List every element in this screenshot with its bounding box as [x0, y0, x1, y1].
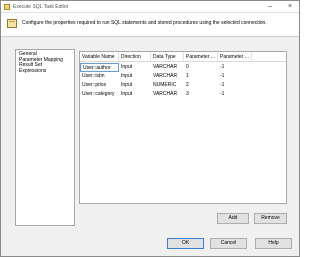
add-button[interactable]: Add — [217, 213, 249, 224]
header-banner: Configure the properties required to run… — [1, 13, 299, 37]
cell-direction[interactable]: Input — [119, 63, 151, 72]
page-navigation-list: General Parameter Mapping Result Set Exp… — [15, 49, 75, 226]
ok-button[interactable]: OK — [167, 238, 204, 249]
nav-item-expressions[interactable]: Expressions — [19, 68, 71, 75]
window-title: Execute SQL Task Editor — [13, 4, 69, 10]
cancel-button[interactable]: Cancel — [210, 238, 247, 249]
cell-parameter-size[interactable]: -1 — [218, 63, 252, 72]
cell-data-type[interactable]: NUMERIC — [151, 81, 184, 90]
cell-parameter-size[interactable]: -1 — [218, 90, 252, 99]
grid-header-row: Variable Name Direction Data Type Parame… — [80, 52, 286, 62]
column-header-data-type[interactable]: Data Type — [151, 52, 184, 62]
cell-variable-name[interactable]: User::price — [80, 81, 119, 90]
cell-variable-name[interactable]: User::author — [80, 63, 119, 72]
app-icon — [4, 4, 10, 10]
header-description: Configure the properties required to run… — [22, 20, 267, 26]
cell-parameter-size[interactable]: -1 — [218, 81, 252, 90]
cell-data-type[interactable]: VARCHAR — [151, 72, 184, 81]
resize-grip-icon[interactable]: ⋱ — [292, 249, 297, 254]
parameter-mapping-grid: Variable Name Direction Data Type Parame… — [79, 51, 287, 204]
table-row[interactable]: User::isbn Input VARCHAR 1 -1 — [80, 72, 286, 81]
cell-data-type[interactable]: VARCHAR — [151, 90, 184, 99]
column-header-parameter-size[interactable]: Parameter ... — [218, 52, 252, 62]
help-button[interactable]: Help — [255, 238, 292, 249]
column-header-direction[interactable]: Direction — [119, 52, 151, 62]
table-row[interactable]: User::author Input VARCHAR 0 -1 — [80, 63, 286, 72]
cell-direction[interactable]: Input — [119, 81, 151, 90]
table-row[interactable]: User::price Input NUMERIC 2 -1 — [80, 81, 286, 90]
table-row[interactable]: User::category Input VARCHAR 3 -1 — [80, 90, 286, 99]
cell-direction[interactable]: Input — [119, 72, 151, 81]
cell-parameter-name[interactable]: 1 — [184, 72, 218, 81]
remove-button[interactable]: Remove — [254, 213, 287, 224]
cell-parameter-size[interactable]: -1 — [218, 72, 252, 81]
execute-sql-task-editor-window: Execute SQL Task Editor – × Configure th… — [0, 0, 300, 257]
cell-parameter-name[interactable]: 3 — [184, 90, 218, 99]
cell-data-type[interactable]: VARCHAR — [151, 63, 184, 72]
task-icon — [7, 19, 17, 28]
cell-parameter-name[interactable]: 0 — [184, 63, 218, 72]
cell-direction[interactable]: Input — [119, 90, 151, 99]
column-header-parameter-name[interactable]: Parameter ... — [184, 52, 218, 62]
cell-variable-name[interactable]: User::category — [80, 90, 119, 99]
close-icon[interactable]: × — [286, 3, 294, 11]
minimize-icon[interactable]: – — [266, 3, 274, 11]
cell-parameter-name[interactable]: 2 — [184, 81, 218, 90]
title-bar: Execute SQL Task Editor – × — [1, 1, 299, 13]
cell-variable-name[interactable]: User::isbn — [80, 72, 119, 81]
column-header-variable-name[interactable]: Variable Name — [80, 52, 119, 62]
